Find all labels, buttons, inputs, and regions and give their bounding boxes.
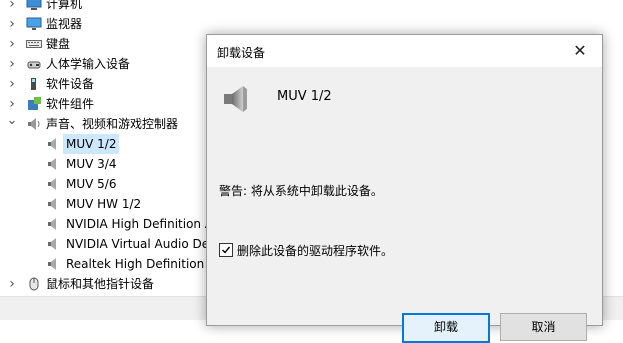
uninstall-device-dialog: 卸载设备 ✕ MUV 1/2 警告: 将从系统中卸载此设备。 删除此设备的驱动程… xyxy=(206,34,603,343)
dialog-title: 卸载设备 xyxy=(217,46,266,60)
speaker-icon xyxy=(46,137,62,151)
speaker-icon xyxy=(46,197,62,211)
tree-item-label: 计算机 xyxy=(46,0,83,11)
chevron-down-icon[interactable]: ⌄ xyxy=(6,111,18,131)
warning-text: 警告: 将从系统中卸载此设备。 xyxy=(219,184,383,198)
speaker-icon xyxy=(46,237,62,251)
tree-item-label: NVIDIA Virtual Audio De xyxy=(66,237,210,251)
tree-item-label: MUV 5/6 xyxy=(66,177,117,191)
dialog-content: MUV 1/2 警告: 将从系统中卸载此设备。 删除此设备的驱动程序软件。 卸载… xyxy=(207,67,602,343)
chevron-right-icon[interactable]: › xyxy=(6,274,18,294)
chevron-right-icon[interactable]: › xyxy=(6,34,18,54)
tree-item-label: 软件设备 xyxy=(46,77,95,91)
chevron-right-icon[interactable]: › xyxy=(6,54,18,74)
speaker-icon xyxy=(221,83,251,115)
tree-item-label: 软件组件 xyxy=(46,97,95,111)
tree-item-label: 鼠标和其他指针设备 xyxy=(46,277,155,291)
tree-item-label: MUV 3/4 xyxy=(66,157,117,171)
sound-icon xyxy=(26,117,42,131)
chevron-right-icon[interactable]: › xyxy=(6,14,18,34)
device-name: MUV 1/2 xyxy=(277,89,332,104)
speaker-icon xyxy=(46,177,62,191)
tree-item-label: 监视器 xyxy=(46,17,83,31)
speaker-icon xyxy=(46,217,62,231)
software-device-icon xyxy=(26,77,42,91)
computer-icon xyxy=(26,0,42,11)
chevron-right-icon[interactable]: › xyxy=(6,0,18,14)
chevron-right-icon[interactable]: › xyxy=(6,74,18,94)
speaker-icon xyxy=(46,257,62,271)
tree-item-label: MUV HW 1/2 xyxy=(66,197,142,211)
mouse-icon xyxy=(26,277,42,291)
tree-item-label: MUV 1/2 xyxy=(63,134,120,154)
cancel-button[interactable]: 取消 xyxy=(500,313,587,341)
speaker-icon xyxy=(46,157,62,171)
tree-item-label: 声音、视频和游戏控制器 xyxy=(46,117,179,131)
monitor-icon xyxy=(26,17,42,31)
delete-driver-checkbox[interactable] xyxy=(219,243,233,257)
uninstall-button[interactable]: 卸载 xyxy=(402,313,490,343)
software-component-icon xyxy=(26,97,42,111)
dialog-titlebar: 卸载设备 ✕ xyxy=(207,35,602,67)
hid-icon xyxy=(26,57,42,71)
tree-item-label: 人体学输入设备 xyxy=(46,57,131,71)
tree-item-label: NVIDIA High Definition A xyxy=(66,217,214,231)
keyboard-icon xyxy=(26,37,42,51)
tree-item-label: 键盘 xyxy=(46,37,71,51)
delete-driver-label: 删除此设备的驱动程序软件。 xyxy=(237,244,394,258)
tree-item-label: Realtek High Definition A xyxy=(66,257,217,271)
close-icon[interactable]: ✕ xyxy=(558,35,602,67)
